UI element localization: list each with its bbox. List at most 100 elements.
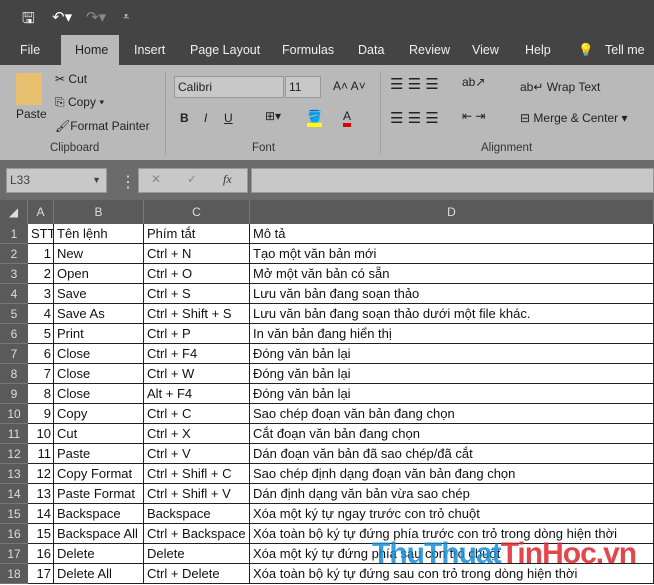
indent-icons[interactable]: ⇤ ⇥ (462, 109, 485, 123)
row-header[interactable]: 9 (0, 384, 28, 404)
cell-A10[interactable]: 9 (28, 404, 54, 424)
cell-D14[interactable]: Dán định dạng văn bản vừa sao chép (250, 484, 654, 504)
cell-B11[interactable]: Cut (54, 424, 144, 444)
cell-C3[interactable]: Ctrl + O (144, 264, 250, 284)
redo-icon[interactable]: ↷▾ (86, 8, 106, 26)
cell-C14[interactable]: Ctrl + Shifl + V (144, 484, 250, 504)
cell-A17[interactable]: 16 (28, 544, 54, 564)
cell-D15[interactable]: Xóa một ký tự ngay trước con trỏ chuột (250, 504, 654, 524)
cell-D3[interactable]: Mở một văn bản có sẵn (250, 264, 654, 284)
cell-B3[interactable]: Open (54, 264, 144, 284)
cell-A13[interactable]: 12 (28, 464, 54, 484)
tab-file[interactable]: File (20, 35, 40, 65)
cell-C5[interactable]: Ctrl + Shift + S (144, 304, 250, 324)
cell-C6[interactable]: Ctrl + P (144, 324, 250, 344)
column-header-C[interactable]: C (144, 200, 250, 224)
cell-D2[interactable]: Tạo một văn bản mới (250, 244, 654, 264)
cell-D6[interactable]: In văn bản đang hiển thị (250, 324, 654, 344)
cell-D4[interactable]: Lưu văn bản đang soạn thảo (250, 284, 654, 304)
row-header[interactable]: 18 (0, 564, 28, 584)
font-color-icon[interactable]: A (343, 109, 352, 127)
row-header[interactable]: 3 (0, 264, 28, 284)
cell-B17[interactable]: Delete (54, 544, 144, 564)
cell-C2[interactable]: Ctrl + N (144, 244, 250, 264)
row-header[interactable]: 4 (0, 284, 28, 304)
cut-button[interactable]: ✂ Cut (55, 72, 87, 86)
row-header[interactable]: 2 (0, 244, 28, 264)
column-header-D[interactable]: D (250, 200, 654, 224)
cell-C9[interactable]: Alt + F4 (144, 384, 250, 404)
cell-B6[interactable]: Print (54, 324, 144, 344)
cell-A6[interactable]: 5 (28, 324, 54, 344)
row-header[interactable]: 14 (0, 484, 28, 504)
cell-B9[interactable]: Close (54, 384, 144, 404)
column-header-B[interactable]: B (54, 200, 144, 224)
wrap-text-button[interactable]: ab↵ Wrap Text (520, 80, 600, 94)
cell-D1[interactable]: Mô tả (250, 224, 654, 244)
cell-B5[interactable]: Save As (54, 304, 144, 324)
cell-C7[interactable]: Ctrl + F4 (144, 344, 250, 364)
tab-insert[interactable]: Insert (134, 35, 165, 65)
cell-C8[interactable]: Ctrl + W (144, 364, 250, 384)
cell-D8[interactable]: Đóng văn bản lại (250, 364, 654, 384)
bold-button[interactable]: B (180, 111, 189, 125)
cell-A4[interactable]: 3 (28, 284, 54, 304)
row-header[interactable]: 5 (0, 304, 28, 324)
column-header-A[interactable]: A (28, 200, 54, 224)
cell-C1[interactable]: Phím tắt (144, 224, 250, 244)
cell-A7[interactable]: 6 (28, 344, 54, 364)
enter-icon[interactable]: ✓ (187, 169, 197, 189)
name-box[interactable]: L33 ▼ (6, 168, 107, 193)
tab-home[interactable]: Home (61, 35, 119, 65)
fill-color-icon[interactable]: 🪣 (307, 109, 322, 127)
save-icon[interactable]: 🖫 (22, 8, 35, 33)
increase-font-icon[interactable]: A˄ A˅ (333, 79, 366, 93)
cell-C4[interactable]: Ctrl + S (144, 284, 250, 304)
customize-icon[interactable]: ⩡ (123, 11, 129, 24)
format-painter-button[interactable]: 🖌Format Painter (55, 119, 150, 133)
cell-D13[interactable]: Sao chép định dạng đoạn văn bản đang chọ… (250, 464, 654, 484)
cell-A18[interactable]: 17 (28, 564, 54, 584)
row-header[interactable]: 17 (0, 544, 28, 564)
row-header[interactable]: 13 (0, 464, 28, 484)
tab-page-layout[interactable]: Page Layout (190, 35, 260, 65)
cell-D10[interactable]: Sao chép đoạn văn bản đang chọn (250, 404, 654, 424)
row-header[interactable]: 8 (0, 364, 28, 384)
cell-B18[interactable]: Delete All (54, 564, 144, 584)
cell-C11[interactable]: Ctrl + X (144, 424, 250, 444)
row-header[interactable]: 7 (0, 344, 28, 364)
cell-C16[interactable]: Ctrl + Backspace (144, 524, 250, 544)
tell-me-search[interactable]: Tell me w (605, 35, 654, 87)
select-all-corner[interactable]: ◢ (0, 200, 28, 224)
cancel-icon[interactable]: ✕ (151, 169, 161, 189)
row-header[interactable]: 15 (0, 504, 28, 524)
align-left-icons[interactable]: ☰ ☰ ☰ (390, 109, 439, 127)
font-size-select[interactable]: 11 (285, 76, 321, 98)
cell-B2[interactable]: New (54, 244, 144, 264)
cell-C13[interactable]: Ctrl + Shifl + C (144, 464, 250, 484)
cell-A5[interactable]: 4 (28, 304, 54, 324)
tab-view[interactable]: View (472, 35, 499, 65)
cell-A15[interactable]: 14 (28, 504, 54, 524)
borders-icon[interactable]: ⊞▾ (265, 109, 281, 123)
row-header[interactable]: 1 (0, 224, 28, 244)
row-header[interactable]: 16 (0, 524, 28, 544)
cell-D5[interactable]: Lưu văn bản đang soạn thảo dưới một file… (250, 304, 654, 324)
cell-C15[interactable]: Backspace (144, 504, 250, 524)
cell-C18[interactable]: Ctrl + Delete (144, 564, 250, 584)
row-header[interactable]: 12 (0, 444, 28, 464)
cell-B13[interactable]: Copy Format (54, 464, 144, 484)
paste-button[interactable]: Paste (16, 107, 47, 121)
cell-B15[interactable]: Backspace (54, 504, 144, 524)
tab-formulas[interactable]: Formulas (282, 35, 334, 65)
cell-A1[interactable]: STT (28, 224, 54, 244)
tab-review[interactable]: Review (409, 35, 450, 65)
cell-A3[interactable]: 2 (28, 264, 54, 284)
cell-A14[interactable]: 13 (28, 484, 54, 504)
underline-button[interactable]: U (224, 111, 233, 125)
font-name-select[interactable]: Calibri (174, 76, 284, 98)
undo-icon[interactable]: ↶▾ (52, 8, 72, 26)
align-top-icons[interactable]: ☰ ☰ ☰ (390, 75, 439, 93)
cell-D12[interactable]: Dán đoạn văn bản đã sao chép/đã cắt (250, 444, 654, 464)
cell-A16[interactable]: 15 (28, 524, 54, 544)
